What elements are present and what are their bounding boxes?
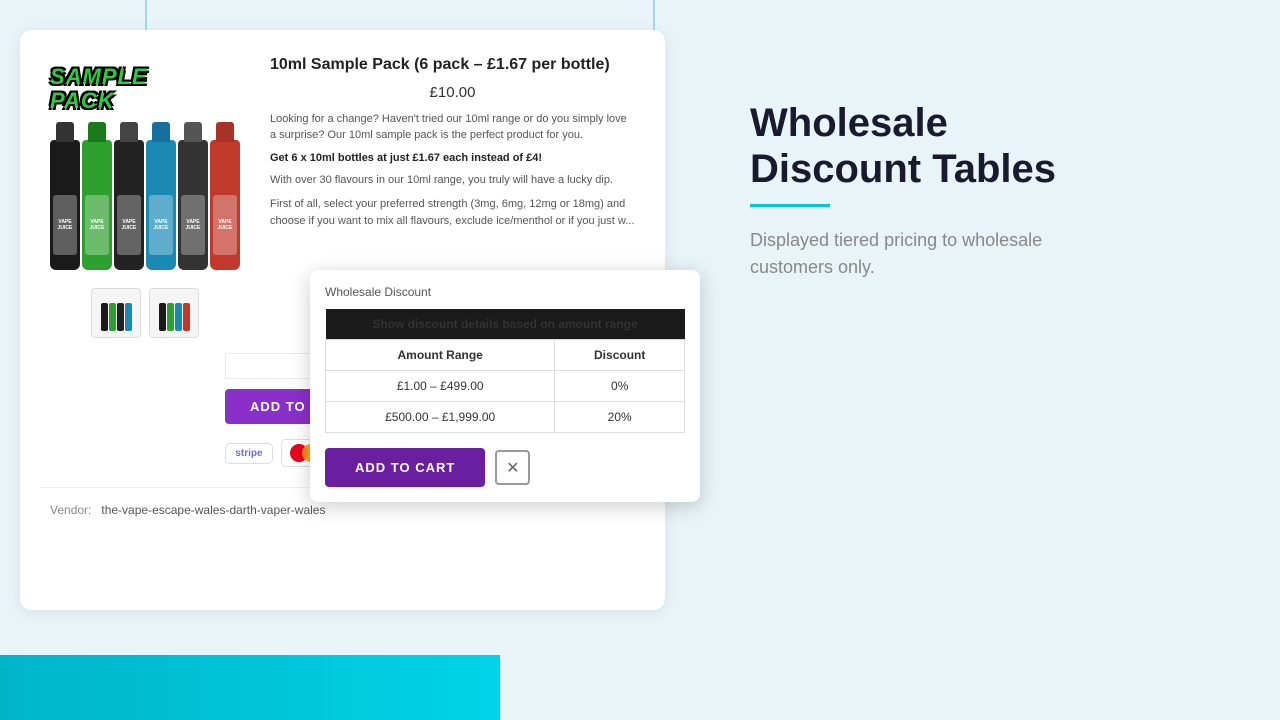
- add-to-cart-button-popup[interactable]: ADD TO CART: [325, 448, 485, 487]
- row2-amount: £500.00 – £1,999.00: [326, 402, 555, 433]
- thumbnail-row: [91, 288, 199, 338]
- bottle-5: VAPEJUICE: [178, 140, 208, 270]
- discount-table: Show discount details based on amount ra…: [325, 309, 685, 433]
- bottle-2: VAPEJUICE: [82, 140, 112, 270]
- table-row-1: £1.00 – £499.00 0%: [326, 371, 685, 402]
- product-desc-extra2: First of all, select your preferred stre…: [270, 196, 635, 229]
- col-amount-header: Amount Range: [326, 340, 555, 371]
- product-section: SAMPLEPACK VAPEJUICE VAPEJUICE VAPE: [20, 30, 690, 610]
- discount-popup-title: Wholesale Discount: [325, 285, 685, 299]
- bottom-bar: [0, 655, 500, 720]
- vendor-label: Vendor:: [50, 503, 91, 517]
- wholesale-title: WholesaleDiscount Tables: [750, 100, 1220, 192]
- product-main-image: SAMPLEPACK VAPEJUICE VAPEJUICE VAPE: [40, 55, 250, 275]
- col-discount-header: Discount: [555, 340, 685, 371]
- product-image-area: SAMPLEPACK VAPEJUICE VAPEJUICE VAPE: [40, 55, 250, 338]
- row1-amount: £1.00 – £499.00: [326, 371, 555, 402]
- sample-pack-label: SAMPLEPACK: [50, 65, 148, 113]
- discount-popup: Wholesale Discount Show discount details…: [310, 270, 700, 502]
- wholesale-section: WholesaleDiscount Tables Displayed tiere…: [690, 20, 1260, 321]
- row1-discount: 0%: [555, 371, 685, 402]
- discount-table-header-text: Show discount details based on amount ra…: [326, 309, 685, 340]
- thumbnail-1[interactable]: [91, 288, 141, 338]
- thumbnail-2[interactable]: [149, 288, 199, 338]
- product-description: Looking for a change? Haven't tried our …: [270, 111, 635, 144]
- bottle-6: VAPEJUICE: [210, 140, 240, 270]
- row2-discount: 20%: [555, 402, 685, 433]
- bottle-1: VAPEJUICE: [50, 140, 80, 270]
- product-card: SAMPLEPACK VAPEJUICE VAPEJUICE VAPE: [20, 30, 665, 610]
- wholesale-underline: [750, 204, 830, 207]
- bottle-3: VAPEJUICE: [114, 140, 144, 270]
- close-button-popup[interactable]: ✕: [495, 450, 530, 485]
- product-price: £10.00: [270, 84, 635, 101]
- vendor-value: the-vape-escape-wales-darth-vaper-wales: [101, 503, 325, 517]
- page-container: SAMPLEPACK VAPEJUICE VAPEJUICE VAPE: [0, 0, 1280, 720]
- product-title: 10ml Sample Pack (6 pack – £1.67 per bot…: [270, 55, 635, 76]
- bottle-4: VAPEJUICE: [146, 140, 176, 270]
- popup-btn-row: ADD TO CART ✕: [325, 448, 685, 487]
- product-desc-extra: With over 30 flavours in our 10ml range,…: [270, 172, 635, 189]
- wholesale-description: Displayed tiered pricing to wholesale cu…: [750, 227, 1130, 281]
- table-row-2: £500.00 – £1,999.00 20%: [326, 402, 685, 433]
- product-highlight: Get 6 x 10ml bottles at just £1.67 each …: [270, 152, 635, 164]
- stripe-icon: stripe: [225, 443, 273, 464]
